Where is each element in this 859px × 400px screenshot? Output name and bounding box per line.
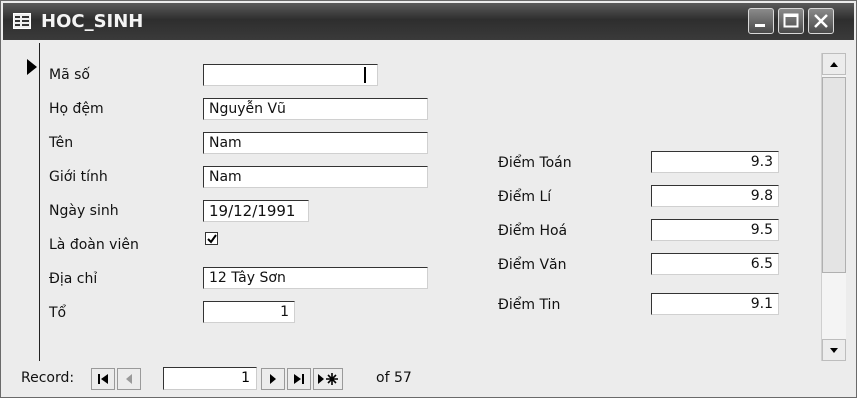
input-gioi-tinh[interactable]: Nam: [203, 166, 428, 188]
label-ngay-sinh: Ngày sinh: [49, 203, 119, 219]
close-icon: [814, 14, 828, 28]
form-window: HOC_SINH Mã số Họ đệm Nguyễn Vũ Tên Nam …: [0, 0, 857, 398]
current-record-input[interactable]: 1: [163, 367, 257, 390]
input-diem-li[interactable]: 9.8: [651, 185, 779, 207]
input-diem-tin[interactable]: 9.1: [651, 293, 779, 315]
maximize-icon: [783, 13, 799, 28]
label-gioi-tinh: Giới tính: [49, 169, 108, 185]
label-diem-tin: Điểm Tin: [498, 297, 561, 313]
label-ma-so: Mã số: [49, 67, 90, 83]
input-ho-dem[interactable]: Nguyễn Vũ: [203, 98, 428, 120]
vertical-scrollbar[interactable]: [821, 53, 846, 361]
label-diem-hoa: Điểm Hoá: [498, 223, 568, 239]
maximize-button[interactable]: [778, 8, 804, 34]
input-ma-so[interactable]: [203, 64, 378, 86]
input-ten[interactable]: Nam: [203, 132, 428, 154]
record-selector[interactable]: [5, 43, 40, 361]
window-title: HOC_SINH: [41, 11, 144, 32]
checkmark-icon: [207, 234, 217, 244]
label-ten: Tên: [49, 135, 74, 151]
scroll-thumb[interactable]: [822, 77, 846, 273]
previous-record-button[interactable]: [117, 368, 141, 390]
label-la-doan-vien: Là đoàn viên: [49, 237, 139, 253]
scroll-up-button[interactable]: [822, 53, 846, 75]
current-record-arrow-icon: [27, 59, 37, 75]
new-record-icon: [318, 373, 338, 385]
label-dia-chi: Địa chỉ: [49, 271, 98, 287]
input-diem-van[interactable]: 6.5: [651, 253, 779, 275]
minimize-button[interactable]: [748, 8, 774, 34]
new-record-button[interactable]: [313, 368, 343, 390]
input-dia-chi[interactable]: 12 Tây Sơn: [203, 267, 428, 289]
last-record-button[interactable]: [287, 368, 311, 390]
record-navigation-bar: Record: 1 of 57: [5, 363, 852, 395]
text-cursor: [364, 67, 366, 83]
checkbox-la-doan-vien[interactable]: [205, 232, 218, 245]
label-ho-dem: Họ đệm: [49, 101, 104, 117]
next-record-icon: [270, 374, 276, 384]
form-body: Mã số Họ đệm Nguyễn Vũ Tên Nam Giới tính…: [5, 43, 852, 361]
form-icon: [13, 13, 31, 29]
label-diem-van: Điểm Văn: [498, 257, 567, 273]
next-record-button[interactable]: [261, 368, 285, 390]
first-record-button[interactable]: [91, 368, 115, 390]
previous-record-icon: [126, 374, 132, 384]
input-diem-hoa[interactable]: 9.5: [651, 219, 779, 241]
record-count: of 57: [376, 370, 412, 386]
input-ngay-sinh[interactable]: 19/12/1991: [203, 200, 309, 222]
arrow-down-icon: [830, 348, 838, 353]
input-to[interactable]: 1: [203, 301, 295, 323]
label-diem-toan: Điểm Toán: [498, 155, 572, 171]
first-record-icon: [98, 374, 108, 384]
label-diem-li: Điểm Lí: [498, 189, 552, 205]
record-label: Record:: [21, 370, 75, 386]
close-button[interactable]: [808, 8, 834, 34]
scroll-down-button[interactable]: [822, 339, 846, 361]
minimize-icon: [755, 24, 765, 27]
arrow-up-icon: [830, 62, 838, 67]
label-to: Tổ: [49, 305, 67, 321]
title-bar: HOC_SINH: [3, 3, 854, 40]
input-diem-toan[interactable]: 9.3: [651, 151, 779, 173]
last-record-icon: [294, 374, 304, 384]
